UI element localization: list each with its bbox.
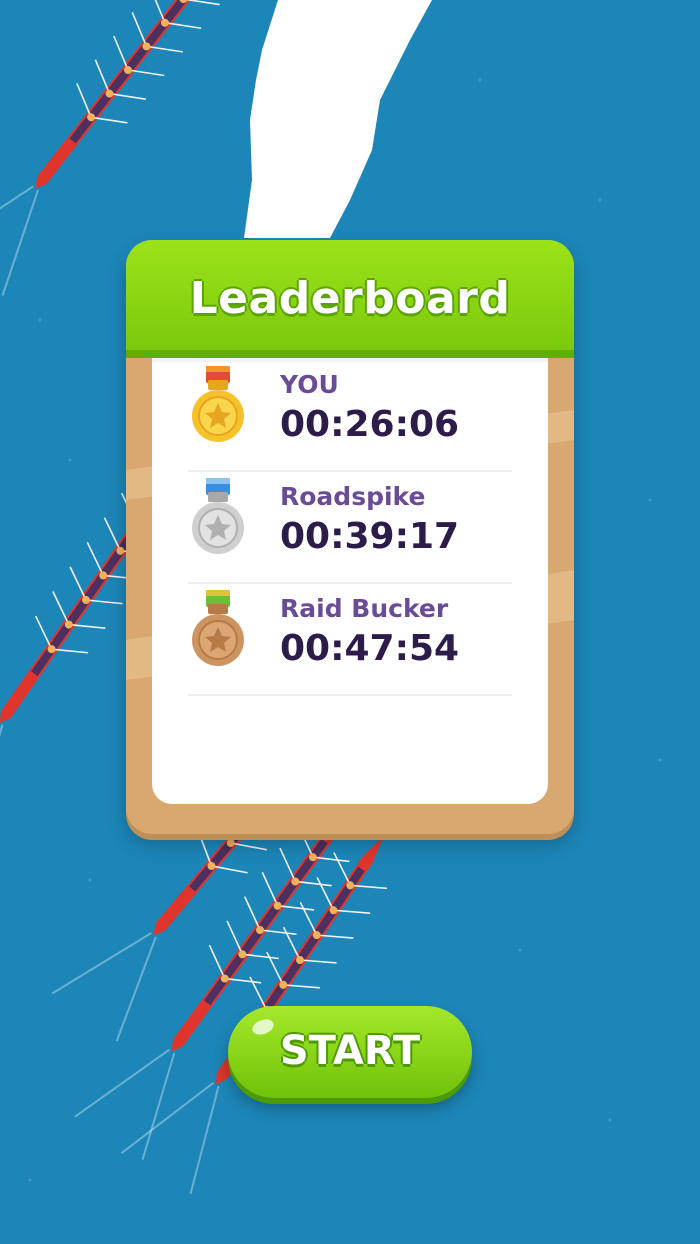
start-button-label: START xyxy=(279,1028,421,1074)
race-time: 00:26:06 xyxy=(280,404,460,445)
leaderboard-row: Raid Bucker 00:47:54 xyxy=(188,582,512,696)
leaderboard-row: YOU 00:26:06 xyxy=(188,358,512,472)
player-name: Raid Bucker xyxy=(280,594,449,623)
leaderboard-title: Leaderboard xyxy=(189,273,511,324)
leaderboard-header: Leaderboard xyxy=(126,240,574,358)
start-button[interactable]: START xyxy=(228,1006,472,1098)
gold-medal-icon xyxy=(192,366,244,442)
player-name: YOU xyxy=(280,370,339,399)
silver-medal-icon xyxy=(192,478,244,554)
leaderboard-panel: Leaderboard YOU 00:26:06 Roadspike 00:39… xyxy=(126,240,574,834)
leaderboard-row: Roadspike 00:39:17 xyxy=(188,470,512,584)
race-time: 00:47:54 xyxy=(280,628,460,669)
player-name: Roadspike xyxy=(280,482,426,511)
race-time: 00:39:17 xyxy=(280,516,460,557)
bronze-medal-icon xyxy=(192,590,244,666)
leaderboard-list: YOU 00:26:06 Roadspike 00:39:17 Raid Buc… xyxy=(152,358,548,804)
